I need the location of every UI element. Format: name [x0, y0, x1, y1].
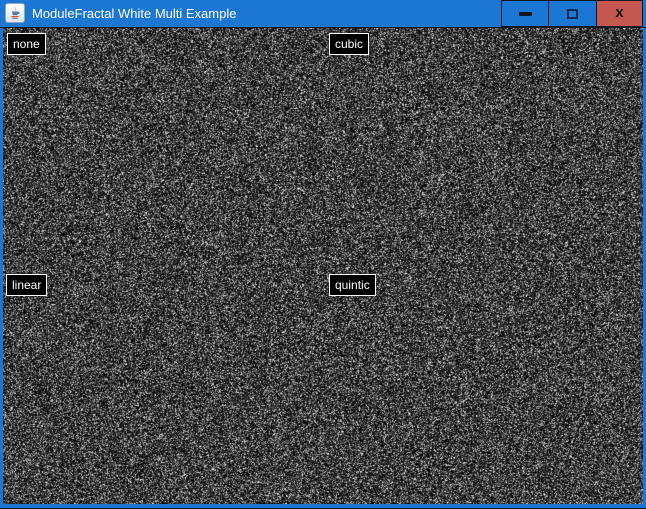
window-border-left	[0, 28, 3, 509]
window-title: ModuleFractal White Multi Example	[32, 0, 236, 27]
minimize-button[interactable]	[501, 0, 549, 27]
noise-image	[3, 28, 643, 504]
label-none: none	[7, 33, 46, 55]
noise-viewport: none cubic linear quintic	[3, 28, 643, 504]
close-button[interactable]: x	[597, 0, 643, 27]
maximize-icon	[567, 9, 578, 19]
label-cubic: cubic	[329, 33, 369, 55]
window-controls: x	[501, 0, 643, 27]
titlebar[interactable]: ModuleFractal White Multi Example x	[0, 0, 646, 28]
label-linear: linear	[6, 274, 47, 296]
minimize-icon	[519, 12, 532, 16]
window-border-bottom[interactable]	[0, 504, 646, 509]
java-coffee-cup-icon[interactable]	[5, 3, 25, 23]
close-icon: x	[615, 5, 623, 20]
app-window: ModuleFractal White Multi Example x none…	[0, 0, 646, 509]
maximize-button[interactable]	[549, 0, 597, 27]
java-coffee-cup-glyph	[8, 6, 22, 20]
label-quintic: quintic	[329, 274, 376, 296]
